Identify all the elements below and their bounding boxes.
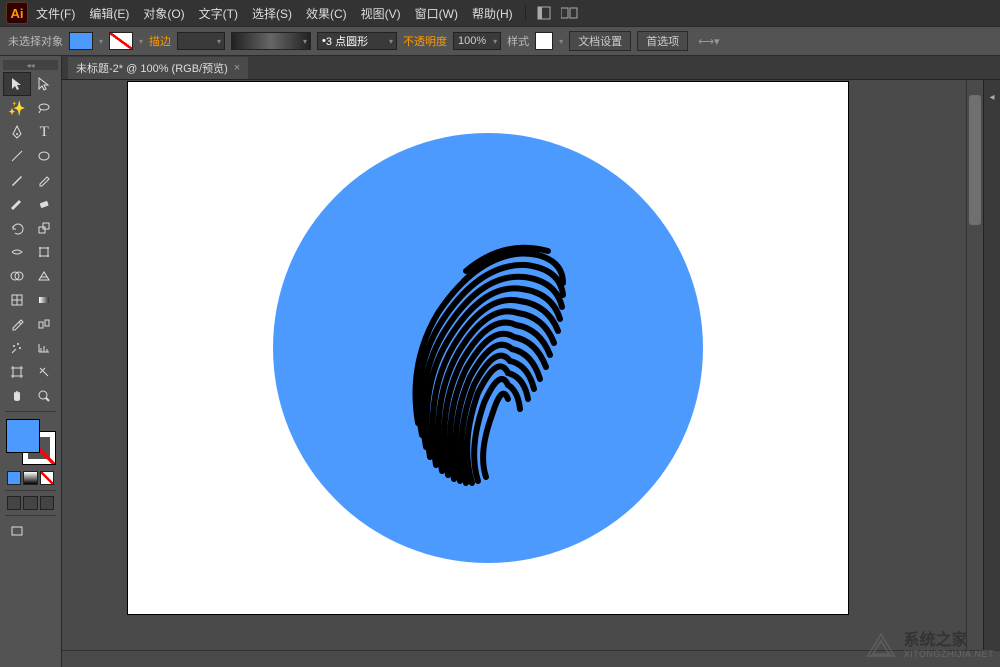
eraser-tool[interactable] bbox=[31, 192, 59, 216]
chevron-down-icon[interactable]: ▾ bbox=[139, 37, 143, 46]
draw-inside[interactable] bbox=[40, 496, 54, 510]
chevron-down-icon[interactable]: ▾ bbox=[99, 37, 103, 46]
document-tab[interactable]: 未标题-2* @ 100% (RGB/预览) × bbox=[68, 57, 248, 79]
layout-icon[interactable] bbox=[534, 3, 554, 23]
lasso-tool[interactable] bbox=[31, 96, 59, 120]
free-transform-tool[interactable] bbox=[31, 240, 59, 264]
draw-behind[interactable] bbox=[23, 496, 37, 510]
panel-toggle[interactable]: ◂◂ bbox=[3, 60, 58, 70]
fill-color[interactable] bbox=[6, 419, 40, 453]
graph-tool[interactable] bbox=[31, 336, 59, 360]
draw-normal[interactable] bbox=[7, 496, 21, 510]
doc-setup-button[interactable]: 文档设置 bbox=[569, 31, 631, 51]
style-label: 样式 bbox=[507, 33, 529, 49]
canvas[interactable] bbox=[62, 80, 966, 650]
align-icon[interactable]: ⟷▾ bbox=[698, 35, 719, 48]
stroke-label[interactable]: 描边 bbox=[149, 33, 171, 49]
circle-shape[interactable] bbox=[273, 133, 703, 563]
close-icon[interactable]: × bbox=[234, 62, 240, 74]
tab-bar: 未标题-2* @ 100% (RGB/预览) × bbox=[62, 56, 1000, 80]
line-tool[interactable] bbox=[3, 144, 31, 168]
stroke-profile-dropdown[interactable] bbox=[231, 32, 311, 50]
opacity-dropdown[interactable]: 100% bbox=[453, 32, 501, 50]
menu-select[interactable]: 选择(S) bbox=[246, 2, 298, 25]
menu-type[interactable]: 文字(T) bbox=[193, 2, 244, 25]
hand-tool[interactable] bbox=[3, 384, 31, 408]
stroke-swatch[interactable] bbox=[109, 32, 133, 50]
direct-selection-tool[interactable] bbox=[31, 72, 58, 96]
artboard[interactable] bbox=[128, 82, 848, 614]
menu-file[interactable]: 文件(F) bbox=[30, 2, 81, 25]
arrange-icon[interactable] bbox=[560, 3, 580, 23]
separator bbox=[525, 5, 526, 21]
type-tool[interactable]: T bbox=[31, 120, 59, 144]
prefs-button[interactable]: 首选项 bbox=[637, 31, 688, 51]
menu-object[interactable]: 对象(O) bbox=[137, 2, 190, 25]
control-bar: 未选择对象 ▾ ▾ 描边 • 3 点圆形 不透明度 100% 样式 ▾ 文档设置… bbox=[0, 26, 1000, 56]
color-mode-none[interactable] bbox=[40, 471, 54, 485]
brush-profile-label: 3 点圆形 bbox=[326, 33, 368, 49]
watermark: 系统之家 XITONGZHIJIA.NET bbox=[864, 631, 994, 661]
gradient-tool[interactable] bbox=[31, 288, 59, 312]
magic-wand-tool[interactable]: ✨ bbox=[3, 96, 31, 120]
rotate-tool[interactable] bbox=[3, 216, 31, 240]
artboard-tool[interactable] bbox=[3, 360, 31, 384]
tool-panel: ◂◂ ✨ T bbox=[0, 56, 62, 667]
selection-tool[interactable] bbox=[3, 72, 31, 96]
vertical-scrollbar[interactable] bbox=[966, 80, 983, 650]
watermark-text: 系统之家 bbox=[904, 632, 994, 650]
pencil-tool[interactable] bbox=[31, 168, 59, 192]
panel-expand-icon[interactable]: ◂ bbox=[985, 90, 999, 104]
fingerprint-artwork[interactable] bbox=[388, 203, 588, 493]
watermark-url: XITONGZHIJIA.NET bbox=[904, 650, 994, 660]
width-tool[interactable] bbox=[3, 240, 31, 264]
fill-swatch[interactable] bbox=[69, 32, 93, 50]
brush-tool[interactable] bbox=[3, 168, 31, 192]
watermark-logo-icon bbox=[864, 631, 898, 661]
pen-tool[interactable] bbox=[3, 120, 31, 144]
menu-help[interactable]: 帮助(H) bbox=[466, 2, 519, 25]
color-mode-solid[interactable] bbox=[7, 471, 21, 485]
scrollbar-thumb[interactable] bbox=[969, 95, 981, 225]
perspective-tool[interactable] bbox=[31, 264, 59, 288]
horizontal-scrollbar[interactable] bbox=[62, 650, 1000, 667]
slice-tool[interactable] bbox=[31, 360, 59, 384]
chevron-down-icon[interactable]: ▾ bbox=[559, 37, 563, 46]
menu-window[interactable]: 窗口(W) bbox=[409, 2, 464, 25]
shape-builder-tool[interactable] bbox=[3, 264, 31, 288]
fill-stroke-indicator[interactable] bbox=[6, 419, 56, 465]
menubar: Ai 文件(F) 编辑(E) 对象(O) 文字(T) 选择(S) 效果(C) 视… bbox=[0, 0, 1000, 26]
blend-tool[interactable] bbox=[31, 312, 59, 336]
app-logo: Ai bbox=[6, 2, 28, 24]
opacity-label[interactable]: 不透明度 bbox=[403, 33, 447, 49]
document-area: 未标题-2* @ 100% (RGB/预览) × bbox=[62, 56, 1000, 667]
eyedropper-tool[interactable] bbox=[3, 312, 31, 336]
brush-def-dropdown[interactable]: • 3 点圆形 bbox=[317, 32, 397, 50]
menu-effect[interactable]: 效果(C) bbox=[300, 2, 353, 25]
symbol-sprayer-tool[interactable] bbox=[3, 336, 31, 360]
selection-status: 未选择对象 bbox=[8, 33, 63, 49]
blob-brush-tool[interactable] bbox=[3, 192, 31, 216]
menu-view[interactable]: 视图(V) bbox=[355, 2, 407, 25]
stroke-weight-dropdown[interactable] bbox=[177, 32, 225, 50]
menu-edit[interactable]: 编辑(E) bbox=[83, 2, 135, 25]
mesh-tool[interactable] bbox=[3, 288, 31, 312]
style-swatch[interactable] bbox=[535, 32, 553, 50]
document-tab-title: 未标题-2* @ 100% (RGB/预览) bbox=[76, 60, 228, 76]
screen-mode[interactable] bbox=[3, 519, 31, 543]
ellipse-tool[interactable] bbox=[31, 144, 59, 168]
scale-tool[interactable] bbox=[31, 216, 59, 240]
right-panel-collapsed: ◂ bbox=[983, 80, 1000, 650]
zoom-tool[interactable] bbox=[31, 384, 59, 408]
color-mode-gradient[interactable] bbox=[23, 471, 37, 485]
